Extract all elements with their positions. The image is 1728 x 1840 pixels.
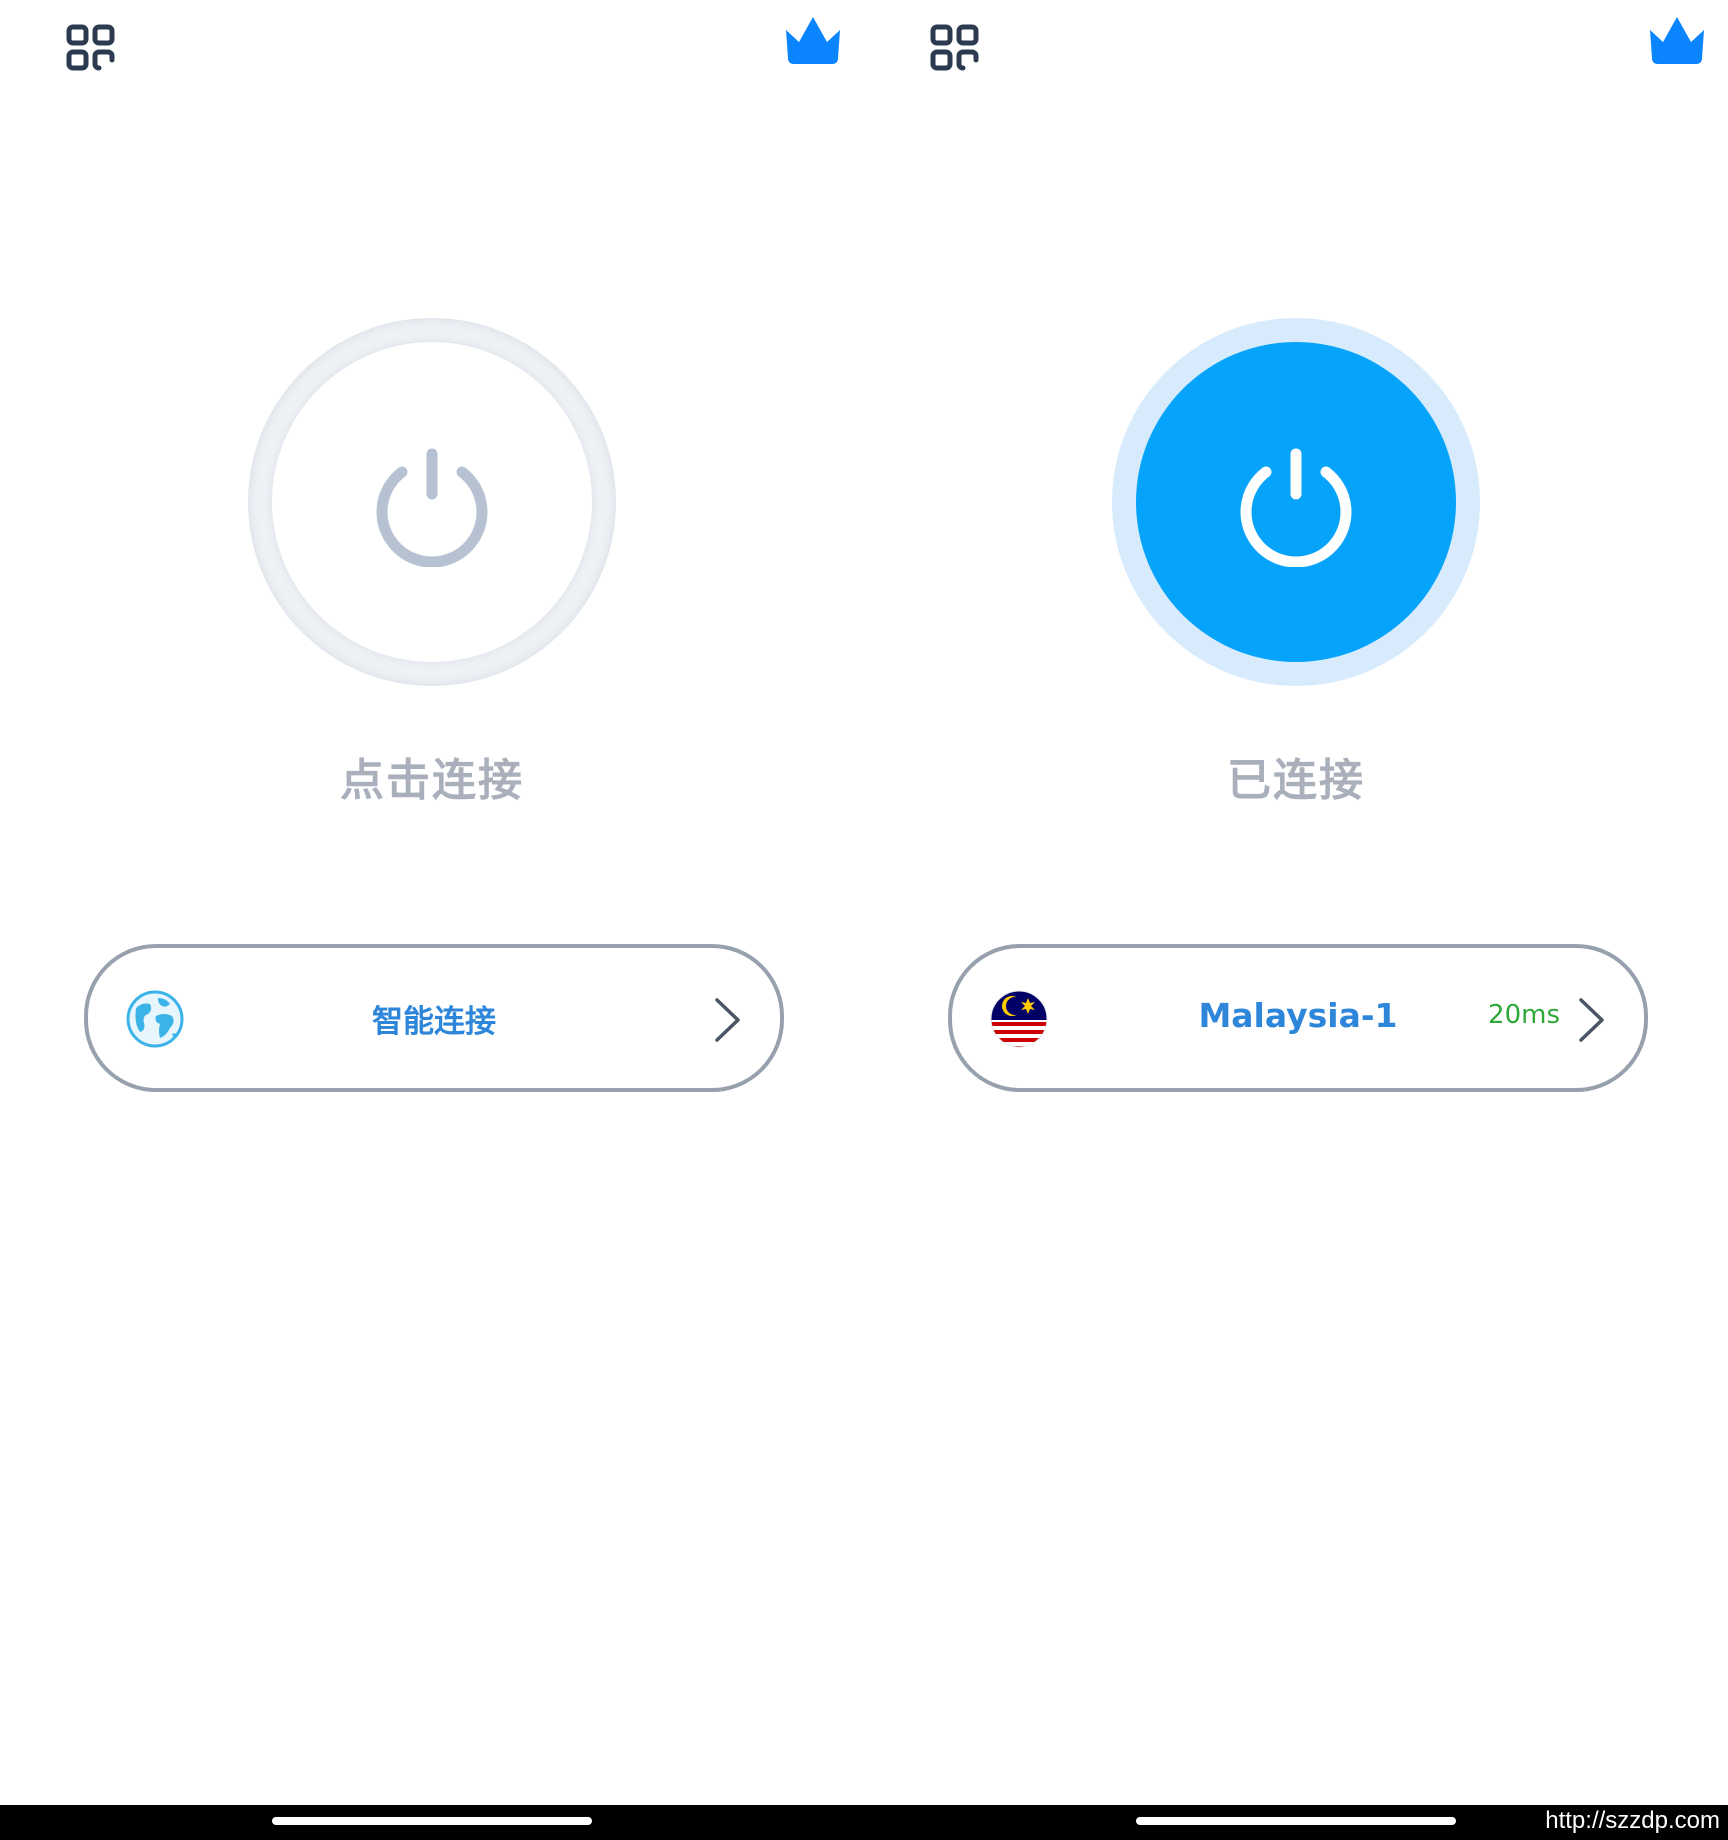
grid-menu-icon[interactable] bbox=[66, 24, 116, 72]
power-button-core bbox=[1136, 342, 1456, 662]
power-icon bbox=[376, 448, 488, 567]
home-indicator-right[interactable] bbox=[1136, 1817, 1456, 1825]
latency-value: 20ms bbox=[1488, 1000, 1560, 1030]
crown-icon[interactable] bbox=[782, 14, 844, 66]
crown-icon[interactable] bbox=[1646, 14, 1708, 66]
connection-status: 已连接 bbox=[1227, 755, 1365, 806]
left-screen: 点击连接 智能连接 bbox=[0, 0, 864, 1825]
power-button[interactable] bbox=[248, 318, 616, 686]
chevron-right-icon bbox=[1576, 996, 1606, 1044]
bottom-strip bbox=[0, 1805, 1728, 1840]
power-icon bbox=[1240, 448, 1352, 567]
power-button-core bbox=[272, 342, 592, 662]
home-indicator-left[interactable] bbox=[272, 1817, 592, 1825]
chevron-right-icon bbox=[712, 996, 742, 1044]
server-selector[interactable]: 智能连接 bbox=[84, 944, 784, 1092]
grid-menu-icon[interactable] bbox=[930, 24, 980, 72]
right-screen: 已连接 Malaysia-1 20ms bbox=[864, 0, 1728, 1805]
connection-status: 点击连接 bbox=[340, 755, 524, 806]
page: 点击连接 智能连接 已连接 Malaysia-1 20ms http://szz… bbox=[0, 0, 1728, 1840]
watermark: http://szzdp.com bbox=[1545, 1807, 1720, 1834]
server-selector[interactable]: Malaysia-1 20ms bbox=[948, 944, 1648, 1092]
server-label: 智能连接 bbox=[372, 1004, 496, 1040]
power-button[interactable] bbox=[1112, 318, 1480, 686]
